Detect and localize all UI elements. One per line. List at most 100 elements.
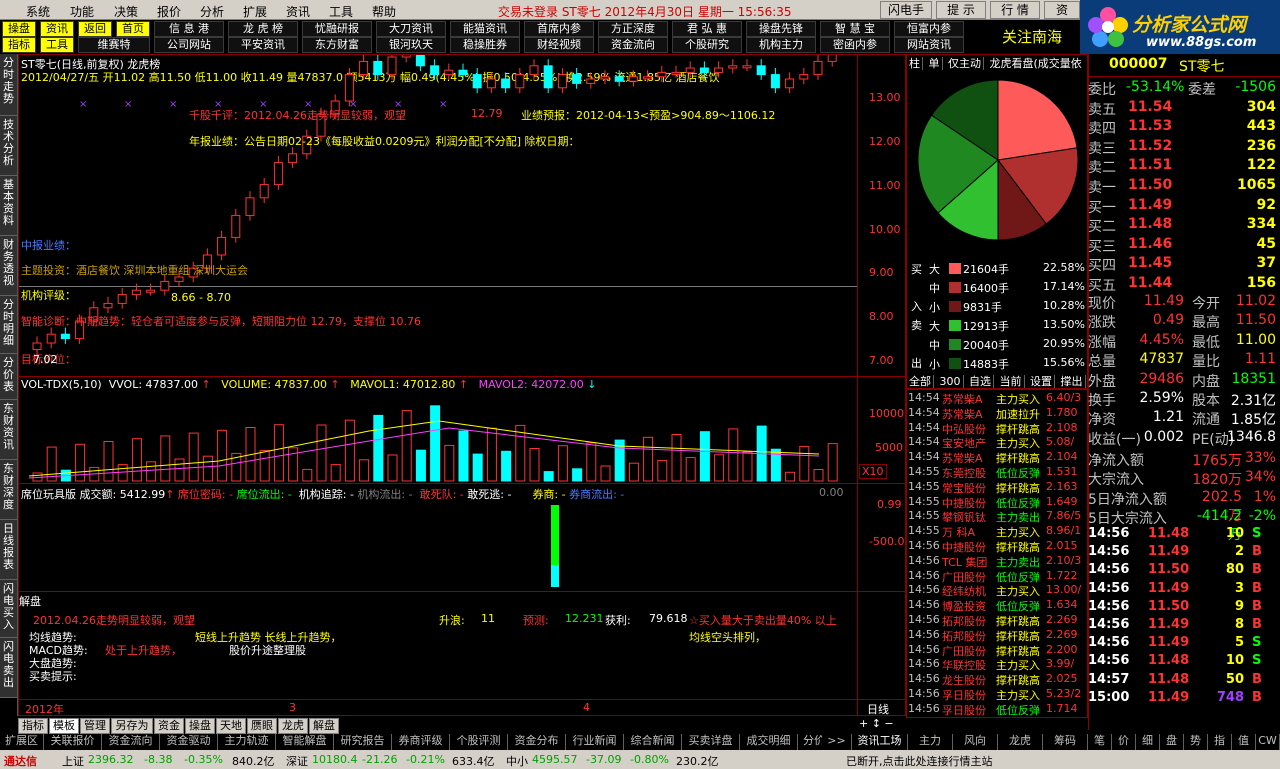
tb-research[interactable]: 个股研究 <box>672 37 742 53</box>
alert-row[interactable]: 14:56 龙生股份 撑杆跳高 2.025 <box>908 672 1086 687</box>
tb-gongju[interactable]: 工具 <box>40 37 74 53</box>
ltab-fenshi[interactable]: 分时走势 <box>0 54 17 116</box>
tb-shouxi[interactable]: 首席内参 <box>524 21 594 37</box>
quote-tab[interactable]: 笔 <box>1088 734 1112 750</box>
ext-tab[interactable]: 资金驱动 <box>160 734 218 750</box>
pie-tab-single[interactable]: 单 <box>926 57 943 70</box>
tb-dongfang[interactable]: 东方财富 <box>302 37 372 53</box>
bottom-tab[interactable]: 赝眼 <box>247 718 277 734</box>
menu-quote[interactable]: 报价 <box>157 3 181 20</box>
tb-company-site[interactable]: 公司网站 <box>154 37 224 53</box>
filter-all[interactable]: 全部 <box>907 375 934 388</box>
quote-tab[interactable]: 值 <box>1232 734 1256 750</box>
bottom-tab[interactable]: 管理 <box>80 718 110 734</box>
tb-flow[interactable]: 资金流向 <box>598 37 668 53</box>
sell-level[interactable]: 卖四 11.53 443 <box>1088 118 1280 137</box>
bottom-tab[interactable]: 解盘 <box>309 718 339 734</box>
menu-analysis[interactable]: 分析 <box>200 3 224 20</box>
ltab-sell[interactable]: 闪电卖出 <box>0 638 17 698</box>
ltab-mingxi[interactable]: 分时明细 <box>0 296 17 354</box>
alert-row[interactable]: 14:54 苏常柴A 主力买入 6.40/3 <box>908 391 1086 406</box>
alert-row[interactable]: 14:56 TCL 集团 主力卖出 2.10/3 <box>908 554 1086 569</box>
ltab-ribao[interactable]: 日线报表 <box>0 520 17 580</box>
quote-tab[interactable]: 指 <box>1208 734 1232 750</box>
info-button[interactable]: 资 <box>1044 1 1080 19</box>
tb-caopan[interactable]: 操盘 <box>2 21 36 37</box>
ltab-shendu[interactable]: 东财深度 <box>0 460 17 520</box>
tb-back[interactable]: 返回 <box>78 21 112 37</box>
tb-fangzheng[interactable]: 方正深度 <box>598 21 668 37</box>
bottom-tab[interactable]: 模板 <box>49 718 79 734</box>
filter-watch[interactable]: 自选 <box>967 375 994 388</box>
sell-level[interactable]: 卖三 11.52 236 <box>1088 138 1280 157</box>
flow-tab[interactable]: 风向 <box>953 734 998 750</box>
menu-system[interactable]: 系统 <box>26 3 50 20</box>
ext-tab[interactable]: 扩展区 <box>0 734 44 750</box>
bottom-tab[interactable]: 另存为 <box>111 718 153 734</box>
ext-tab[interactable]: 券商评级 <box>392 734 450 750</box>
alert-row[interactable]: 14:56 经纬纺机 主力买入 13.00/ <box>908 583 1086 598</box>
tb-weisaite[interactable]: 维赛特 <box>78 37 150 53</box>
pie-tab-active[interactable]: 仅主动 <box>946 57 984 70</box>
ext-tab[interactable]: 个股评测 <box>450 734 508 750</box>
ext-tab[interactable]: 行业新闻 <box>566 734 624 750</box>
tb-zhihuibao[interactable]: 智 慧 宝 <box>820 21 890 37</box>
tb-longhubang[interactable]: 龙 虎 榜 <box>228 21 298 37</box>
quote-tab[interactable]: CW <box>1256 734 1280 750</box>
alert-row[interactable]: 14:55 攀钢钒钛 主力卖出 7.86/5 <box>908 509 1086 524</box>
tb-yinhe[interactable]: 银河玖天 <box>376 37 446 53</box>
volume-chart[interactable] <box>19 376 857 483</box>
alert-row[interactable]: 14:56 华联控股 主力买入 3.99/ <box>908 657 1086 672</box>
tb-dadao[interactable]: 大刀资讯 <box>376 21 446 37</box>
ext-tab[interactable]: 主力轨迹 <box>218 734 276 750</box>
alert-row[interactable]: 14:54 苏常柴A 撑杆跳高 2.104 <box>908 450 1086 465</box>
ext-tab[interactable]: 买卖详盘 <box>682 734 740 750</box>
quote-tab[interactable]: 势 <box>1184 734 1208 750</box>
tb-yanbao[interactable]: 忧融研报 <box>302 21 372 37</box>
buy-level[interactable]: 买三 11.46 45 <box>1088 236 1280 255</box>
tb-nengmao[interactable]: 能猫资讯 <box>450 21 520 37</box>
bottom-tab[interactable]: 龙虎 <box>278 718 308 734</box>
sell-level[interactable]: 卖二 11.51 122 <box>1088 157 1280 176</box>
tb-wencao[interactable]: 稳操胜券 <box>450 37 520 53</box>
zoom-controls[interactable]: + ↕ − <box>859 717 894 730</box>
tb-web-info[interactable]: 网站资讯 <box>894 37 964 53</box>
tb-zixun[interactable]: 资讯 <box>40 21 74 37</box>
ltab-jishu[interactable]: 技术分析 <box>0 116 17 176</box>
flow-tab[interactable]: 主力 <box>908 734 953 750</box>
alert-row[interactable]: 14:56 博盈投资 低位反弹 1.634 <box>908 598 1086 613</box>
quote-tab[interactable]: 盘 <box>1160 734 1184 750</box>
alert-row[interactable]: 14:54 苏常柴A 加速拉升 1.780 <box>908 406 1086 421</box>
flow-tab[interactable]: 龙虎 <box>998 734 1043 750</box>
ext-more-button[interactable]: >> <box>822 734 852 750</box>
tb-pingan[interactable]: 平安资讯 <box>228 37 298 53</box>
filter-300[interactable]: 300 <box>937 375 964 388</box>
market-button[interactable]: 行 情 <box>990 1 1040 19</box>
tb-hengfu[interactable]: 恒富内参 <box>894 21 964 37</box>
ltab-buy[interactable]: 闪电买入 <box>0 580 17 638</box>
alert-row[interactable]: 14:54 中弘股份 撑杆跳高 2.108 <box>908 421 1086 436</box>
ltab-dongcai[interactable]: 东财资讯 <box>0 400 17 460</box>
menu-info[interactable]: 资讯 <box>286 3 310 20</box>
menu-tools[interactable]: 工具 <box>329 3 353 20</box>
bottom-tab[interactable]: 指标 <box>18 718 48 734</box>
alert-row[interactable]: 14:56 孚日股份 低位反弹 1.714 <box>908 702 1086 717</box>
pie-tab-lhb[interactable]: 龙虎看盘(成交量依 <box>988 57 1084 70</box>
filter-settings[interactable]: 设置 <box>1028 375 1055 388</box>
alert-row[interactable]: 14:56 广田股份 低位反弹 1.722 <box>908 569 1086 584</box>
buy-level[interactable]: 买五 11.44 156 <box>1088 275 1280 294</box>
quote-tab[interactable]: 细 <box>1136 734 1160 750</box>
tb-junhong[interactable]: 君 弘 惠 <box>672 21 742 37</box>
alert-row[interactable]: 14:55 东莞控股 低位反弹 1.531 <box>908 465 1086 480</box>
ltab-caiwu[interactable]: 财务透视 <box>0 236 17 296</box>
ext-tab[interactable]: 综合新闻 <box>624 734 682 750</box>
tb-video[interactable]: 财经视频 <box>524 37 594 53</box>
alert-row[interactable]: 14:56 中捷股份 撑杆跳高 2.015 <box>908 539 1086 554</box>
ext-tab[interactable]: 资金流向 <box>102 734 160 750</box>
menu-help[interactable]: 帮助 <box>372 3 396 20</box>
buy-level[interactable]: 买一 11.49 92 <box>1088 197 1280 216</box>
flash-trade-button[interactable]: 闪电手 <box>880 1 932 19</box>
tips-button[interactable]: 提 示 <box>936 1 986 19</box>
ext-tab[interactable]: 研究报告 <box>334 734 392 750</box>
tb-xinxigang[interactable]: 信 息 港 <box>154 21 224 37</box>
